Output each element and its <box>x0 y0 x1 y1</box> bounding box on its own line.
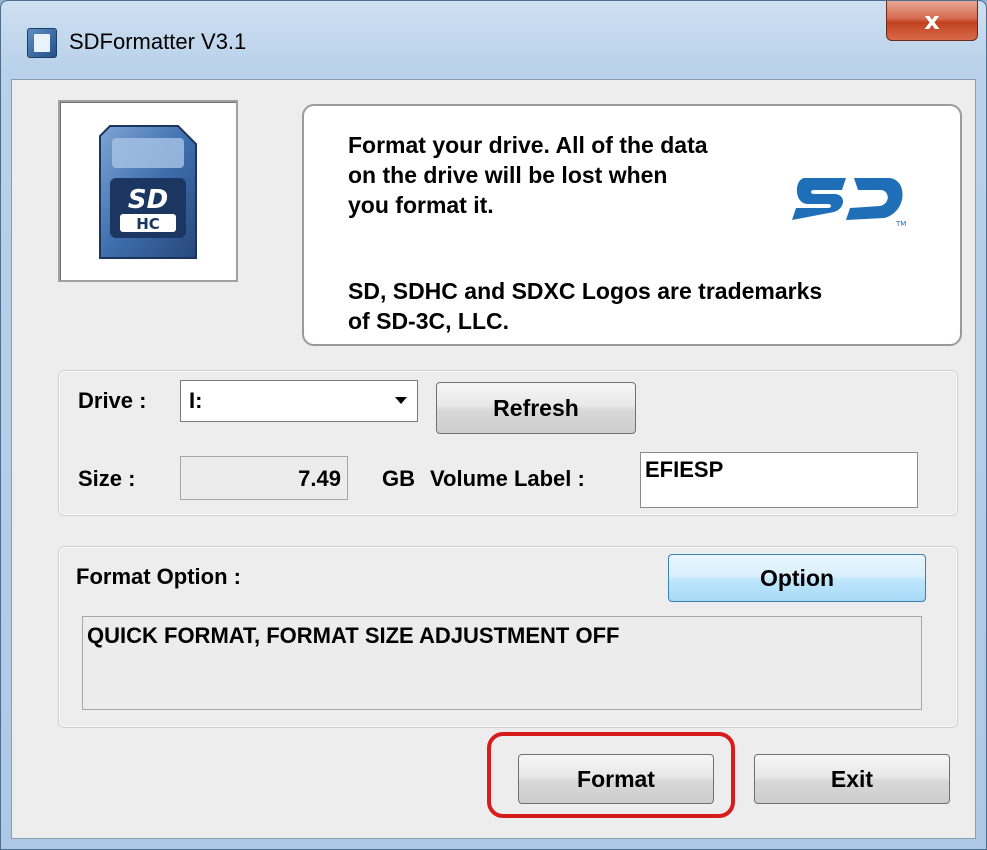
format-button-highlight <box>487 732 735 818</box>
format-option-label: Format Option : <box>76 564 241 589</box>
info-panel: Format your drive. All of the data on th… <box>302 104 962 346</box>
client-area: SD HC Format your drive. All of the data… <box>11 79 976 839</box>
svg-text:TM: TM <box>895 220 906 228</box>
size-label: Size : <box>78 466 136 491</box>
info-line-5: of SD-3C, LLC. <box>348 308 509 334</box>
format-option-summary: QUICK FORMAT, FORMAT SIZE ADJUSTMENT OFF <box>87 623 620 648</box>
info-line-3: you format it. <box>348 192 494 218</box>
sdformatter-window: SDFormatter V3.1 x SD HC Format your dri… <box>0 0 987 850</box>
size-value: 7.49 <box>298 466 341 491</box>
chevron-down-icon[interactable] <box>395 397 407 404</box>
option-button[interactable]: Option <box>668 554 926 602</box>
volume-label-label: Volume Label : <box>430 466 585 491</box>
svg-text:HC: HC <box>136 215 160 233</box>
info-line-4: SD, SDHC and SDXC Logos are trademarks <box>348 278 823 304</box>
drive-select[interactable]: I: <box>180 380 418 422</box>
exit-button[interactable]: Exit <box>754 754 950 804</box>
format-option-summary-field: QUICK FORMAT, FORMAT SIZE ADJUSTMENT OFF <box>82 616 922 710</box>
close-button[interactable]: x <box>886 1 978 41</box>
title-bar[interactable]: SDFormatter V3.1 x <box>1 1 986 79</box>
info-line-2: on the drive will be lost when <box>348 162 668 188</box>
refresh-button[interactable]: Refresh <box>436 382 636 434</box>
sd-card-app-icon <box>27 28 57 58</box>
volume-label-value: EFIESP <box>645 457 724 482</box>
sd-logo: TM <box>792 178 906 228</box>
svg-text:SD: SD <box>128 185 168 215</box>
sdhc-card-icon: SD HC <box>99 125 197 259</box>
drive-select-value: I: <box>189 388 203 413</box>
size-field: 7.49 <box>180 456 348 500</box>
volume-label-input[interactable]: EFIESP <box>640 452 918 508</box>
drive-label: Drive : <box>78 388 147 413</box>
size-unit: GB <box>382 466 415 491</box>
window-title: SDFormatter V3.1 <box>69 29 247 54</box>
sd-card-image-frame: SD HC <box>58 100 238 282</box>
info-line-1: Format your drive. All of the data <box>348 132 708 158</box>
